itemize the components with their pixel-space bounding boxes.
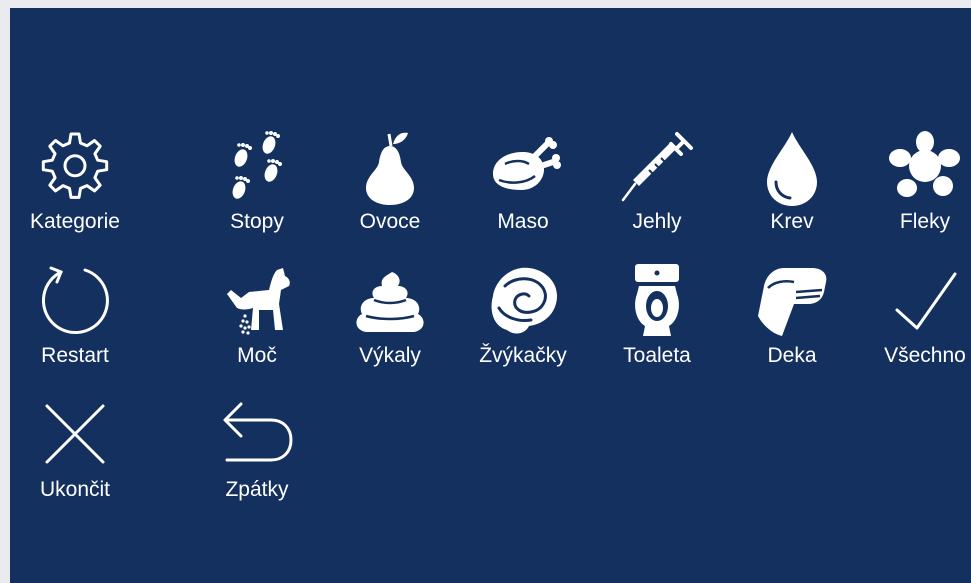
maso-label: Maso (497, 210, 549, 233)
blanket-icon (754, 264, 830, 340)
peeing-dog-icon (219, 264, 295, 340)
restart-label: Restart (41, 344, 109, 367)
ukoncit-label: Ukončit (39, 478, 111, 501)
restart-arrow-icon (37, 264, 113, 340)
syringe-icon (619, 130, 695, 206)
close-x-icon (37, 398, 113, 474)
vsechno-button[interactable]: Všechno (860, 264, 971, 384)
zvykacky-button[interactable]: Žvýkačky (458, 264, 588, 384)
category-menu-panel: Kategorie Stopy Ovoce Maso Jehly Krev Fl… (10, 8, 971, 583)
moc-label: Moč (237, 344, 277, 367)
jehly-button[interactable]: Jehly (592, 130, 722, 250)
toaleta-button[interactable]: Toaleta (592, 264, 722, 384)
stopy-label: Stopy (230, 210, 284, 233)
jehly-label: Jehly (632, 210, 682, 233)
back-arrow-icon (219, 398, 295, 474)
moc-button[interactable]: Moč (192, 264, 322, 384)
krev-button[interactable]: Krev (727, 130, 857, 250)
gear-icon (37, 130, 113, 206)
ovoce-label: Ovoce (359, 210, 421, 233)
deka-button[interactable]: Deka (727, 264, 857, 384)
footprints-icon (219, 130, 295, 206)
chewing-gum-icon (485, 264, 561, 340)
restart-button[interactable]: Restart (10, 264, 140, 384)
toilet-icon (619, 264, 695, 340)
vykaly-label: Výkaly (359, 344, 421, 367)
ovoce-button[interactable]: Ovoce (325, 130, 455, 250)
deka-label: Deka (767, 344, 817, 367)
pear-icon (352, 130, 428, 206)
zpatky-label: Zpátky (225, 478, 289, 501)
vykaly-button[interactable]: Výkaly (325, 264, 455, 384)
zpatky-button[interactable]: Zpátky (192, 398, 322, 518)
vsechno-label: Všechno (884, 344, 966, 367)
roast-chicken-icon (485, 130, 561, 206)
krev-label: Krev (770, 210, 814, 233)
ukoncit-button[interactable]: Ukončit (10, 398, 140, 518)
fleky-label: Fleky (899, 210, 951, 233)
feces-icon (352, 264, 428, 340)
stopy-button[interactable]: Stopy (192, 130, 322, 250)
zvykacky-label: Žvýkačky (479, 344, 567, 367)
kategorie-button[interactable]: Kategorie (10, 130, 140, 250)
stain-icon (887, 130, 963, 206)
kategorie-label: Kategorie (30, 210, 120, 233)
toaleta-label: Toaleta (623, 344, 691, 367)
fleky-button[interactable]: Fleky (860, 130, 971, 250)
blood-drop-icon (754, 130, 830, 206)
maso-button[interactable]: Maso (458, 130, 588, 250)
checkmark-icon (887, 264, 963, 340)
